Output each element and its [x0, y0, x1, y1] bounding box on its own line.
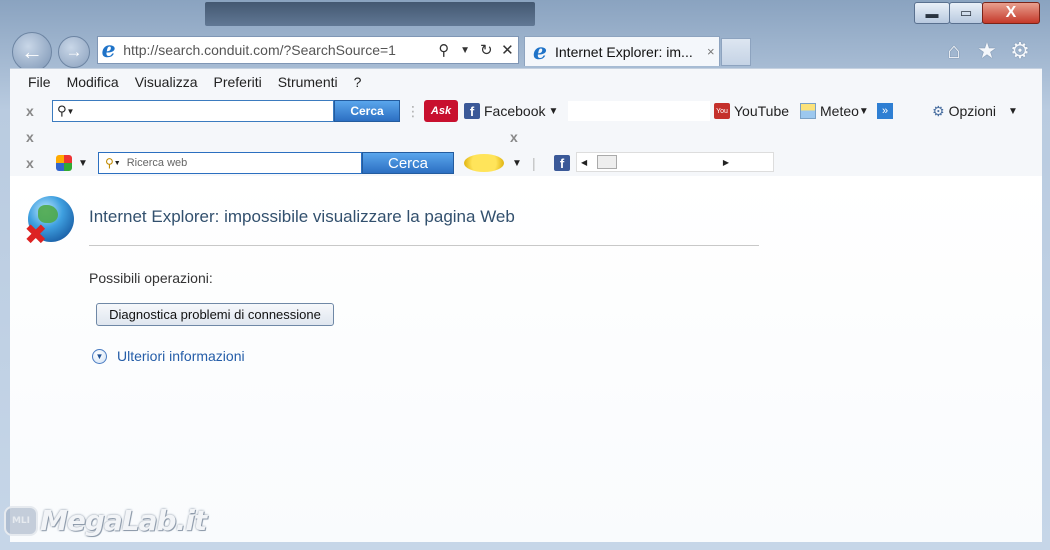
toolbar-close-icon[interactable]: x — [510, 129, 518, 145]
arrow-left-icon: ← — [21, 39, 43, 64]
menu-preferiti[interactable]: Preferiti — [213, 74, 261, 90]
search-icon: ⚲ — [105, 156, 114, 170]
ask-search-input[interactable]: ⚲ ▼ — [52, 100, 334, 122]
toolbar-close-icon[interactable]: x — [26, 155, 34, 171]
diagnose-connection-button[interactable]: Diagnostica problemi di connessione — [96, 303, 334, 326]
dropdown-arrow-icon[interactable]: ▼ — [67, 107, 75, 116]
more-info-label[interactable]: Ulteriori informazioni — [117, 348, 245, 364]
divider — [89, 245, 759, 246]
facebook-icon[interactable]: f — [554, 155, 570, 171]
error-x-icon: ✖ — [24, 219, 48, 250]
operations-label: Possibili operazioni: — [89, 270, 213, 286]
ie-logo-icon: e — [101, 37, 116, 63]
meteo-button[interactable]: Meteo ▼ — [800, 103, 869, 119]
dropdown-arrow-icon[interactable]: ▼ — [512, 158, 522, 169]
more-info-link[interactable]: ▼ Ulteriori informazioni — [92, 348, 245, 364]
dropdown-arrow-icon: ▼ — [548, 105, 559, 117]
address-bar[interactable]: e http://search.conduit.com/?SearchSourc… — [97, 36, 519, 64]
facebook-label: Facebook — [484, 103, 546, 119]
dropdown-arrow-icon[interactable]: ▼ — [114, 160, 121, 167]
menu-file[interactable]: File — [28, 74, 51, 90]
toolbar-conduit: x ▼ ⚲ ▼ Ricerca web Cerca ▼ | f ◀ ▶ — [10, 150, 1042, 176]
watermark-text: MegaLab.it — [40, 504, 207, 537]
resize-handle-icon[interactable]: ⋮ — [406, 103, 420, 120]
network-error-globe-icon: ✖ — [24, 196, 74, 250]
conduit-logo-icon[interactable] — [56, 155, 72, 171]
options-label: Opzioni — [948, 103, 997, 119]
close-window-button[interactable]: X — [982, 2, 1040, 24]
dropdown-arrow-icon[interactable]: ▼ — [78, 158, 88, 169]
menu-strumenti[interactable]: Strumenti — [278, 74, 338, 90]
facebook-icon: f — [464, 103, 480, 119]
facebook-button[interactable]: f Facebook ▼ — [464, 103, 558, 119]
youtube-button[interactable]: You YouTube — [714, 103, 789, 119]
navigation-bar: ← → e http://search.conduit.com/?SearchS… — [0, 30, 1050, 72]
web-search-button[interactable]: Cerca — [362, 152, 454, 174]
horizontal-scrollbar[interactable]: ◀ ▶ — [576, 152, 774, 172]
youtube-label: YouTube — [734, 103, 790, 119]
forward-button[interactable]: → — [58, 36, 90, 68]
dropdown-arrow-icon[interactable]: ▼ — [454, 45, 475, 56]
stop-icon[interactable]: ✕ — [497, 41, 518, 59]
title-bar: ▬ ▭ X — [0, 0, 1050, 30]
back-button[interactable]: ← — [12, 32, 52, 72]
scroll-right-icon[interactable]: ▶ — [723, 158, 729, 167]
arrow-right-icon: → — [65, 42, 83, 61]
browser-toolbars: File Modifica Visualizza Preferiti Strum… — [10, 68, 1042, 176]
error-title: Internet Explorer: impossibile visualizz… — [89, 207, 515, 226]
toolbar-close-icon[interactable]: x — [26, 129, 34, 145]
scroll-thumb[interactable] — [597, 155, 618, 169]
tab-active[interactable]: e Internet Explorer: im... × — [524, 36, 720, 66]
chevron-down-icon[interactable]: ▼ — [92, 348, 107, 364]
web-search-placeholder: Ricerca web — [126, 157, 188, 169]
ask-search-button[interactable]: Cerca — [334, 100, 400, 122]
address-url[interactable]: http://search.conduit.com/?SearchSource=… — [123, 42, 433, 58]
gear-icon: ⚙ — [932, 102, 945, 119]
toolbar-ask: x ⚲ ▼ Cerca ⋮ Ask f Facebook ▼ You YouTu… — [10, 98, 1042, 124]
web-search-input[interactable]: ⚲ ▼ Ricerca web — [98, 152, 362, 174]
megalab-logo-icon: MLI — [4, 505, 38, 536]
scroll-left-icon[interactable]: ◀ — [581, 158, 587, 167]
menu-visualizza[interactable]: Visualizza — [135, 74, 198, 90]
dropdown-arrow-icon: ▼ — [1008, 105, 1018, 117]
search-icon[interactable]: ⚲ — [433, 41, 454, 59]
menu-modifica[interactable]: Modifica — [67, 74, 119, 90]
favorites-star-icon[interactable]: ★ — [974, 38, 1000, 64]
options-button[interactable]: ⚙ Opzioni ▼ — [932, 103, 1018, 120]
meteo-label: Meteo — [820, 103, 859, 119]
search-icon: ⚲ — [57, 103, 67, 118]
toolbar-blank-field — [568, 101, 710, 121]
refresh-icon[interactable]: ↻ — [476, 41, 497, 59]
toolbar-close-icon[interactable]: x — [26, 103, 34, 119]
megalab-watermark-logo: MLI MegaLab.it — [4, 504, 207, 537]
dropdown-arrow-icon: ▼ — [858, 105, 869, 117]
page-content: ✖ Internet Explorer: impossibile visuali… — [10, 176, 1042, 542]
home-icon[interactable]: ⌂ — [941, 38, 967, 64]
more-chevron-button[interactable]: » — [877, 103, 893, 119]
maximize-button[interactable]: ▭ — [949, 2, 983, 24]
smiley-icon[interactable] — [464, 154, 504, 172]
new-tab-button[interactable] — [721, 38, 751, 66]
toolbar-empty: x x — [10, 124, 1042, 150]
menu-bar: File Modifica Visualizza Preferiti Strum… — [10, 69, 362, 95]
ask-logo-button[interactable]: Ask — [424, 100, 458, 122]
weather-icon — [800, 103, 816, 119]
minimize-button[interactable]: ▬ — [914, 2, 950, 24]
youtube-icon: You — [714, 103, 730, 119]
background-taskbar-thumbnails — [205, 2, 535, 26]
tab-close-icon[interactable]: × — [707, 44, 715, 59]
tab-title: Internet Explorer: im... — [555, 43, 693, 60]
separator: | — [532, 155, 536, 171]
ie-logo-icon: e — [533, 38, 547, 65]
menu-help[interactable]: ? — [354, 74, 362, 90]
settings-gear-icon[interactable]: ⚙ — [1007, 38, 1033, 64]
